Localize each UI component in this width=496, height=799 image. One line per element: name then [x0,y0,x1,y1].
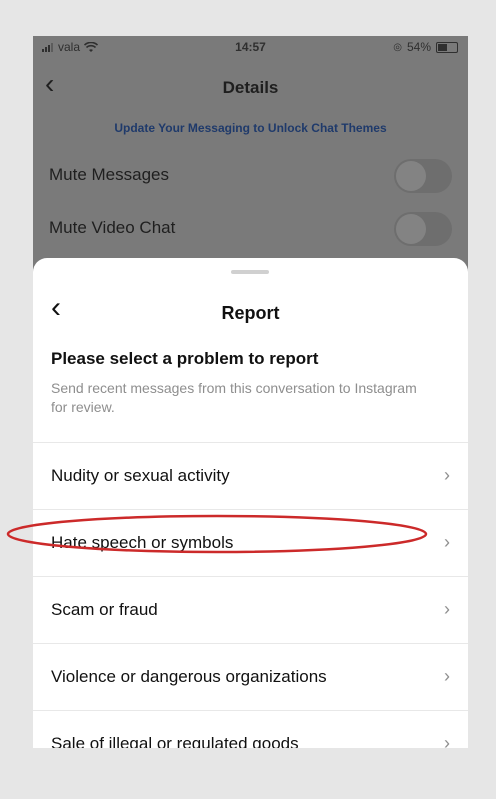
report-description: Send recent messages from this conversat… [51,380,417,415]
chevron-right-icon: › [444,733,450,748]
battery-percent: 54% [406,40,431,54]
page-title: Details [222,78,279,97]
battery-icon [436,41,458,53]
list-item-label: Violence or dangerous organizations [51,667,327,686]
list-item-label: Nudity or sexual activity [51,466,230,485]
mute-video-chat-row: Mute Video Chat [49,208,452,248]
report-prompt: Please select a problem to report [51,349,319,368]
report-sheet: ‹ Report Please select a problem to repo… [33,258,468,748]
location-icon: ◎ [393,41,402,53]
report-option-scam[interactable]: Scam or fraud › [33,577,468,644]
report-option-nudity[interactable]: Nudity or sexual activity › [33,443,468,510]
details-header: ‹ Details [33,66,468,106]
mute-messages-row: Mute Messages [49,155,452,195]
chevron-right-icon: › [444,666,450,686]
mute-messages-toggle[interactable] [394,159,452,193]
update-banner[interactable]: Update Your Messaging to Unlock Chat The… [33,121,468,135]
phone-screen: vala 14:57 ◎ 54% ‹ Details Update Your M… [33,36,468,748]
list-item-label: Scam or fraud [51,600,158,619]
mute-video-chat-toggle[interactable] [394,212,452,246]
sheet-drag-handle[interactable] [231,270,269,274]
report-option-hate-speech[interactable]: Hate speech or symbols › [33,510,468,577]
sheet-title: Report [221,303,280,323]
chevron-right-icon: › [444,465,450,485]
list-item-label: Hate speech or symbols [51,533,234,552]
report-option-illegal-goods[interactable]: Sale of illegal or regulated goods › [33,711,468,748]
status-bar: vala 14:57 ◎ 54% [33,36,468,58]
status-right: ◎ 54% [393,40,458,54]
mute-video-chat-label: Mute Video Chat [49,218,176,237]
chevron-right-icon: › [444,599,450,619]
mute-messages-label: Mute Messages [49,165,169,184]
report-option-violence[interactable]: Violence or dangerous organizations › [33,644,468,711]
list-item-label: Sale of illegal or regulated goods [51,734,299,748]
chevron-right-icon: › [444,532,450,552]
report-options-list: Nudity or sexual activity › Hate speech … [33,442,468,748]
